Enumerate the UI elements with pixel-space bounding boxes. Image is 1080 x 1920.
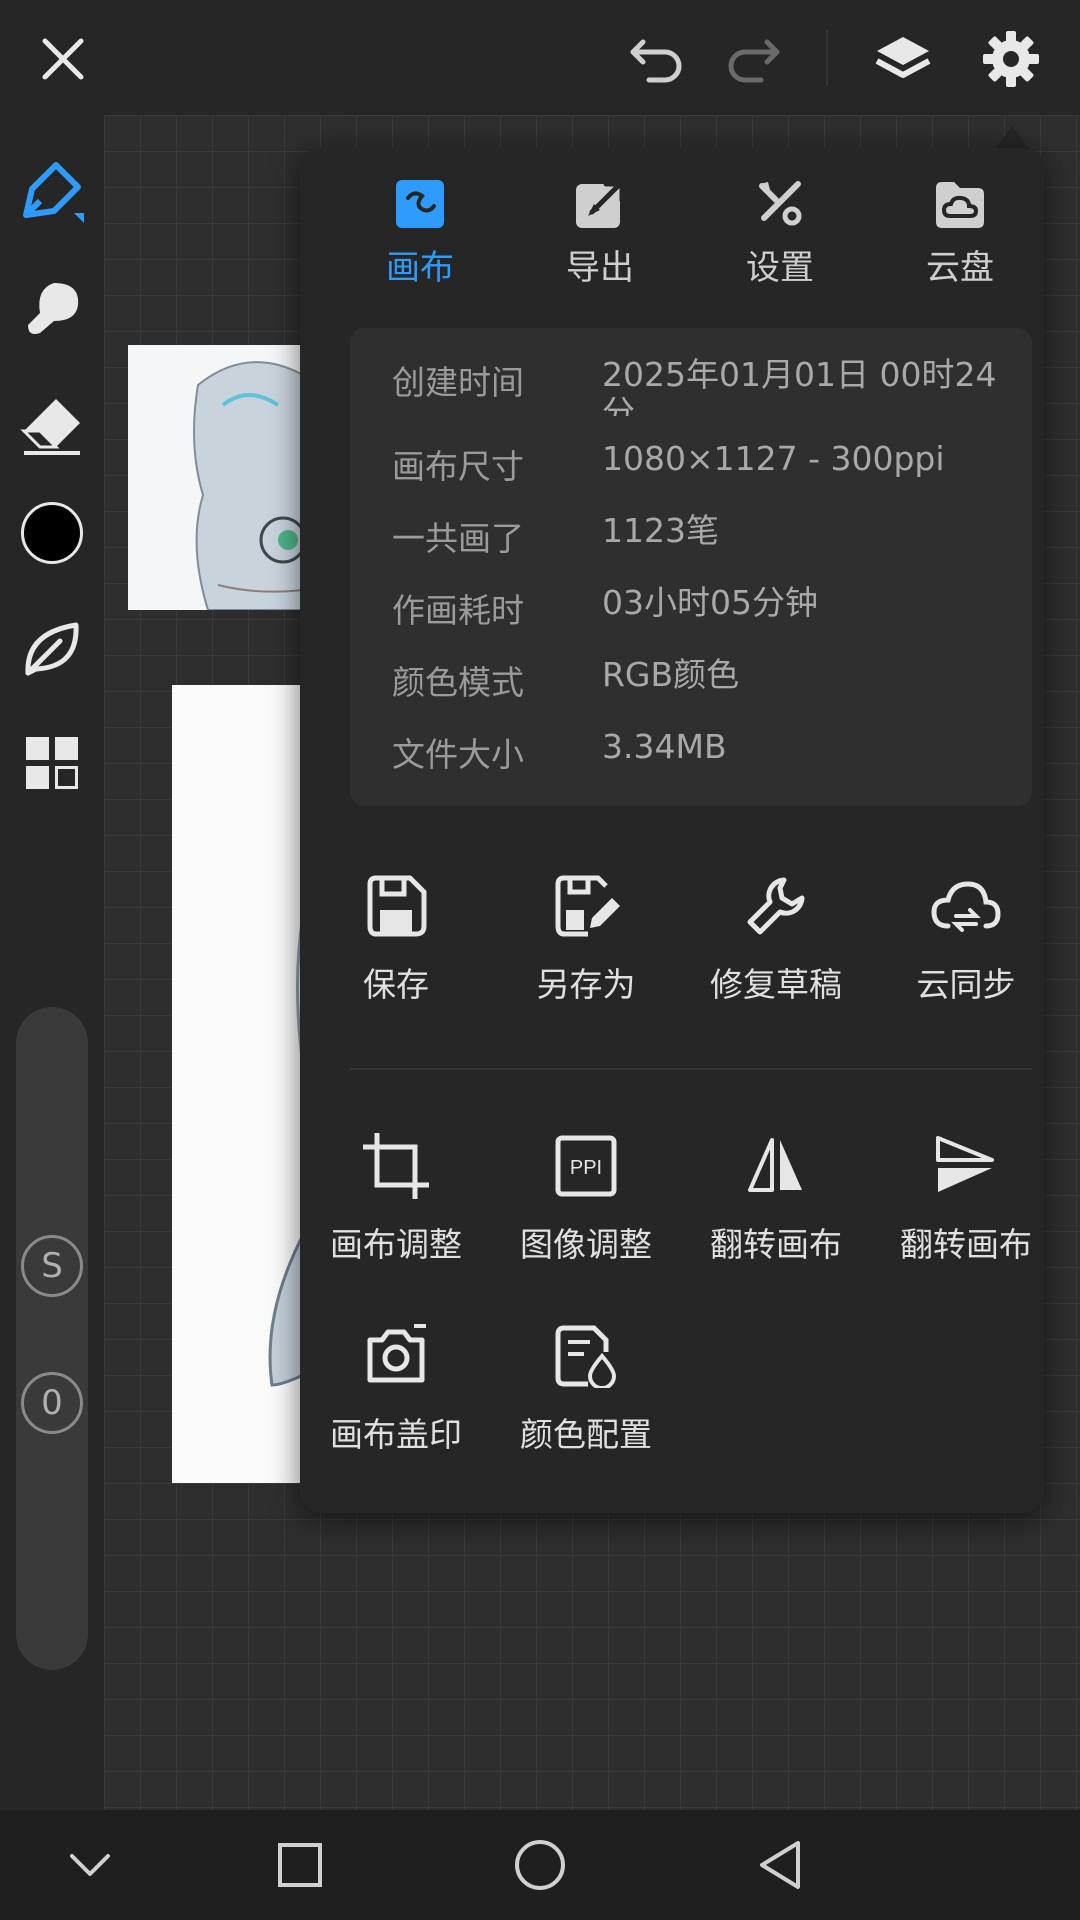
repair-draft-button[interactable]: 修复草稿 (686, 868, 866, 1006)
recent-apps-icon[interactable] (270, 1835, 330, 1895)
ppi-icon: PPI (548, 1128, 624, 1204)
leaf-brush-icon[interactable] (18, 615, 86, 683)
info-key: 文件大小 (392, 735, 524, 774)
svg-text:PPI: PPI (570, 1157, 602, 1179)
tab-cloud[interactable]: 云盘 (885, 178, 1035, 308)
tab-settings[interactable]: 设置 (705, 178, 855, 308)
redo-icon[interactable] (718, 24, 788, 94)
canvas-menu-panel: 画布 导出 设置 云盘 创建时间 2025年01月01日 00时24分 画布尺寸… (300, 148, 1044, 1513)
smudge-tool-icon[interactable] (18, 275, 86, 343)
brush-size-slider[interactable] (16, 1007, 88, 1670)
info-row: 颜色模式 RGB颜色 (392, 656, 1012, 716)
info-key: 创建时间 (392, 363, 524, 402)
system-nav-bar (0, 1810, 1080, 1920)
tab-label: 画布 (386, 248, 454, 288)
toolbar-divider (826, 30, 828, 86)
info-key: 颜色模式 (392, 663, 524, 702)
image-adjust-button[interactable]: PPI 图像调整 (496, 1128, 676, 1266)
info-row: 一共画了 1123笔 (392, 512, 1012, 572)
info-row: 作画耗时 03小时05分钟 (392, 584, 1012, 644)
eraser-tool-icon[interactable] (18, 391, 86, 459)
info-value: 03小时05分钟 (602, 583, 818, 622)
info-value: 1123笔 (602, 511, 719, 550)
info-value: RGB颜色 (602, 655, 740, 694)
action-label: 另存为 (536, 965, 636, 1004)
section-divider (350, 1068, 1032, 1070)
info-key: 画布尺寸 (392, 447, 524, 486)
color-config-button[interactable]: 颜色配置 (496, 1318, 676, 1456)
tab-label: 导出 (566, 248, 634, 288)
back-icon[interactable] (750, 1835, 810, 1895)
home-icon[interactable] (510, 1835, 570, 1895)
cloud-sync-icon (928, 868, 1004, 944)
info-key: 作画耗时 (392, 591, 524, 630)
flip-vertical-icon (928, 1128, 1004, 1204)
cloud-folder-icon (934, 178, 986, 230)
info-value: 2025年01月01日 00时24分 (602, 356, 997, 416)
action-label: 翻转画布 (710, 1225, 842, 1264)
color-swatch[interactable] (18, 499, 86, 567)
size-badge[interactable]: S (21, 1235, 83, 1297)
info-row: 创建时间 2025年01月01日 00时24分 (392, 356, 1012, 416)
canvas-info-box: 创建时间 2025年01月01日 00时24分 画布尺寸 1080×1127 -… (350, 328, 1032, 806)
tab-label: 设置 (746, 248, 814, 288)
chevron-down-icon[interactable] (60, 1835, 120, 1895)
camera-icon (358, 1318, 434, 1394)
opacity-badge[interactable]: 0 (21, 1372, 83, 1434)
tab-label: 云盘 (926, 248, 994, 288)
info-row: 画布尺寸 1080×1127 - 300ppi (392, 440, 1012, 500)
top-bar (0, 0, 1080, 115)
tools-icon (754, 178, 806, 230)
save-button[interactable]: 保存 (306, 868, 486, 1006)
info-value: 1080×1127 - 300ppi (602, 439, 945, 478)
tab-canvas[interactable]: 画布 (345, 178, 495, 308)
canvas-icon (394, 178, 446, 230)
pen-tool-icon[interactable] (18, 157, 86, 225)
action-label: 云同步 (916, 965, 1016, 1004)
wrench-icon (738, 868, 814, 944)
flip-horizontal-button[interactable]: 翻转画布 (686, 1128, 866, 1266)
close-icon[interactable] (28, 24, 98, 94)
flip-vertical-button[interactable]: 翻转画布 (876, 1128, 1056, 1266)
save-icon (358, 868, 434, 944)
color-config-icon (548, 1318, 624, 1394)
info-key: 一共画了 (392, 519, 524, 558)
panel-pointer (994, 126, 1030, 150)
artwork-thumbnail (172, 685, 303, 1483)
flip-horizontal-icon (738, 1128, 814, 1204)
left-toolbar: S 0 (0, 115, 104, 1810)
action-label: 画布调整 (330, 1225, 462, 1264)
canvas-adjust-button[interactable]: 画布调整 (306, 1128, 486, 1266)
action-label: 翻转画布 (900, 1225, 1032, 1264)
action-label: 图像调整 (520, 1225, 652, 1264)
layers-icon[interactable] (868, 24, 938, 94)
info-value: 3.34MB (602, 727, 727, 766)
action-label: 画布盖印 (330, 1415, 462, 1454)
gallery-grid-icon[interactable] (18, 729, 86, 797)
artwork-thumbnail (128, 345, 303, 610)
cloud-sync-button[interactable]: 云同步 (876, 868, 1056, 1006)
save-as-button[interactable]: 另存为 (496, 868, 676, 1006)
save-as-icon (548, 868, 624, 944)
export-icon (574, 178, 626, 230)
action-label: 保存 (363, 965, 429, 1004)
crop-icon (358, 1128, 434, 1204)
tab-export[interactable]: 导出 (525, 178, 675, 308)
action-label: 颜色配置 (520, 1415, 652, 1454)
undo-icon[interactable] (622, 24, 692, 94)
action-label: 修复草稿 (710, 965, 842, 1004)
canvas-stamp-button[interactable]: 画布盖印 (306, 1318, 486, 1456)
gear-icon[interactable] (976, 24, 1046, 94)
info-row: 文件大小 3.34MB (392, 728, 1012, 788)
